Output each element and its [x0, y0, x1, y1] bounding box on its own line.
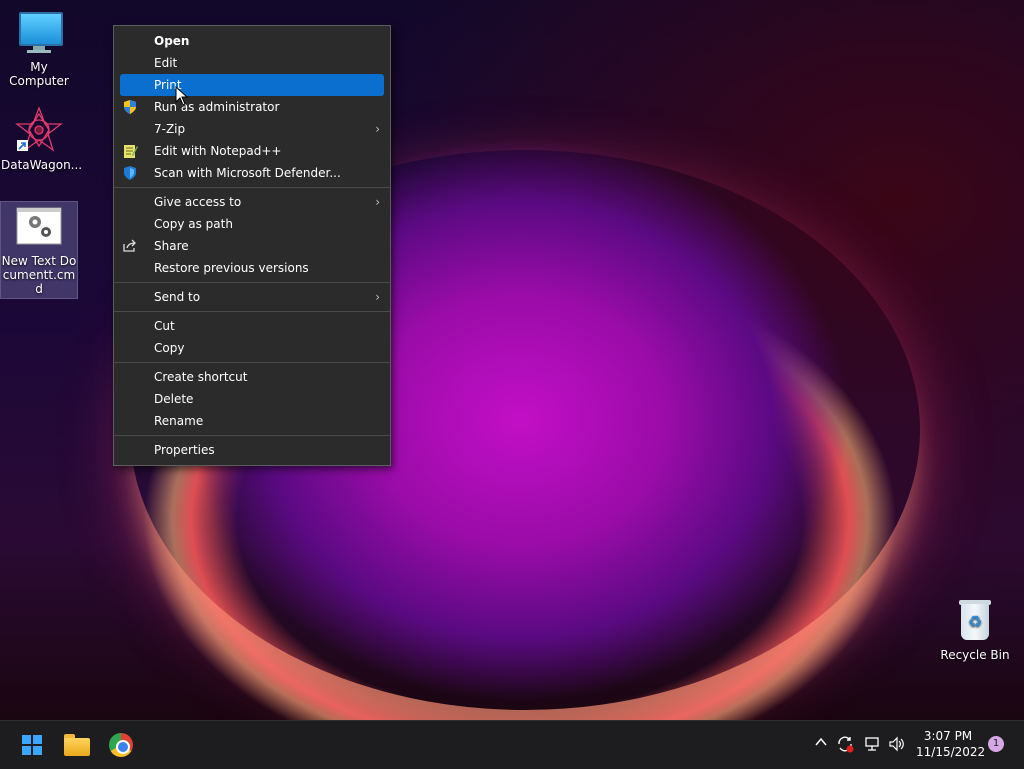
notification-badge[interactable]: 1: [988, 736, 1004, 752]
context-menu: Open Edit Print Run as administrator 7-Z…: [113, 25, 391, 466]
menu-separator: [114, 282, 390, 283]
show-hidden-icons-button[interactable]: [814, 735, 828, 754]
chevron-right-icon: ›: [375, 290, 380, 304]
menu-item-open[interactable]: Open: [120, 30, 384, 52]
menu-item-label: Give access to: [154, 195, 242, 209]
menu-item-label: Restore previous versions: [154, 261, 309, 275]
chevron-up-icon: [815, 737, 827, 746]
chevron-right-icon: ›: [375, 122, 380, 136]
menu-separator: [114, 362, 390, 363]
speaker-icon: [889, 736, 904, 752]
menu-item-label: Scan with Microsoft Defender...: [154, 166, 341, 180]
menu-item-edit[interactable]: Edit: [120, 52, 384, 74]
chrome-button[interactable]: [105, 729, 137, 761]
desktop-icon-datawagon[interactable]: DataWagon...: [1, 106, 83, 172]
clock-time: 3:07 PM: [923, 729, 973, 743]
menu-item-label: Delete: [154, 392, 194, 406]
clock-date: 11/15/2022: [916, 745, 986, 759]
start-button[interactable]: [16, 729, 48, 761]
menu-item-properties[interactable]: Properties: [120, 439, 384, 461]
desktop-icon-label: My Computer: [9, 60, 69, 88]
network-icon: [865, 737, 879, 751]
menu-item-label: Open: [154, 34, 190, 48]
menu-item-label: Copy as path: [154, 217, 233, 231]
sync-status-button[interactable]: [836, 735, 854, 758]
menu-item-create-shortcut[interactable]: Create shortcut: [120, 366, 384, 388]
menu-item-label: Edit: [154, 56, 178, 70]
menu-separator: [114, 435, 390, 436]
menu-item-send-to[interactable]: Send to ›: [120, 286, 384, 308]
menu-item-label: 7-Zip: [154, 122, 186, 136]
menu-separator: [114, 187, 390, 188]
share-icon: [122, 238, 138, 254]
menu-item-label: Create shortcut: [154, 370, 248, 384]
windows-logo-icon: [22, 735, 42, 755]
datawagon-app-icon: [15, 106, 63, 154]
menu-item-label: Properties: [154, 443, 215, 457]
menu-item-label: Send to: [154, 290, 201, 304]
menu-item-copy[interactable]: Copy: [120, 337, 384, 359]
menu-item-label: Rename: [154, 414, 204, 428]
menu-item-copy-as-path[interactable]: Copy as path: [120, 213, 384, 235]
taskbar: 3:07 PM 11/15/2022 1: [0, 720, 1024, 769]
menu-item-share[interactable]: Share: [120, 235, 384, 257]
desktop-icon-label: New Text Documentt.cmd: [1, 254, 77, 296]
file-explorer-button[interactable]: [61, 729, 93, 761]
menu-item-run-as-administrator[interactable]: Run as administrator: [120, 96, 384, 118]
menu-item-7zip[interactable]: 7-Zip ›: [120, 118, 384, 140]
menu-item-delete[interactable]: Delete: [120, 388, 384, 410]
menu-item-label: Copy: [154, 341, 185, 355]
menu-item-label: Cut: [154, 319, 175, 333]
menu-item-give-access-to[interactable]: Give access to ›: [120, 191, 384, 213]
sync-icon: [838, 736, 854, 753]
desktop-icon-label: Recycle Bin: [940, 648, 1010, 662]
cmd-file-icon: [15, 202, 63, 250]
desktop-background: My Computer DataWagon... New Text Docume…: [0, 0, 1024, 720]
menu-item-restore-previous-versions[interactable]: Restore previous versions: [120, 257, 384, 279]
notepad-icon: [122, 143, 138, 159]
volume-button[interactable]: [888, 735, 906, 758]
monitor-icon: [15, 8, 63, 56]
menu-item-label: Run as administrator: [154, 100, 280, 114]
menu-item-scan-defender[interactable]: Scan with Microsoft Defender...: [120, 162, 384, 184]
chrome-center: [116, 740, 130, 754]
desktop-icon-my-computer[interactable]: My Computer: [1, 8, 77, 88]
menu-item-cut[interactable]: Cut: [120, 315, 384, 337]
menu-item-rename[interactable]: Rename: [120, 410, 384, 432]
desktop-icon-new-text-document[interactable]: New Text Documentt.cmd: [0, 201, 78, 299]
recycle-bin-icon: ♻: [951, 596, 999, 644]
mouse-pointer-icon: [175, 86, 189, 106]
menu-separator: [114, 311, 390, 312]
chevron-right-icon: ›: [375, 195, 380, 209]
menu-item-print[interactable]: Print: [120, 74, 384, 96]
menu-item-edit-with-notepadpp[interactable]: Edit with Notepad++: [120, 140, 384, 162]
taskbar-clock[interactable]: 3:07 PM 11/15/2022: [916, 728, 986, 760]
menu-item-label: Edit with Notepad++: [154, 144, 282, 158]
desktop-icon-recycle-bin[interactable]: ♻ Recycle Bin: [937, 596, 1013, 662]
defender-icon: [122, 165, 138, 181]
desktop-icon-label: DataWagon...: [1, 158, 83, 172]
network-button[interactable]: [863, 735, 881, 758]
shield-icon: [122, 99, 138, 115]
menu-item-label: Share: [154, 239, 189, 253]
